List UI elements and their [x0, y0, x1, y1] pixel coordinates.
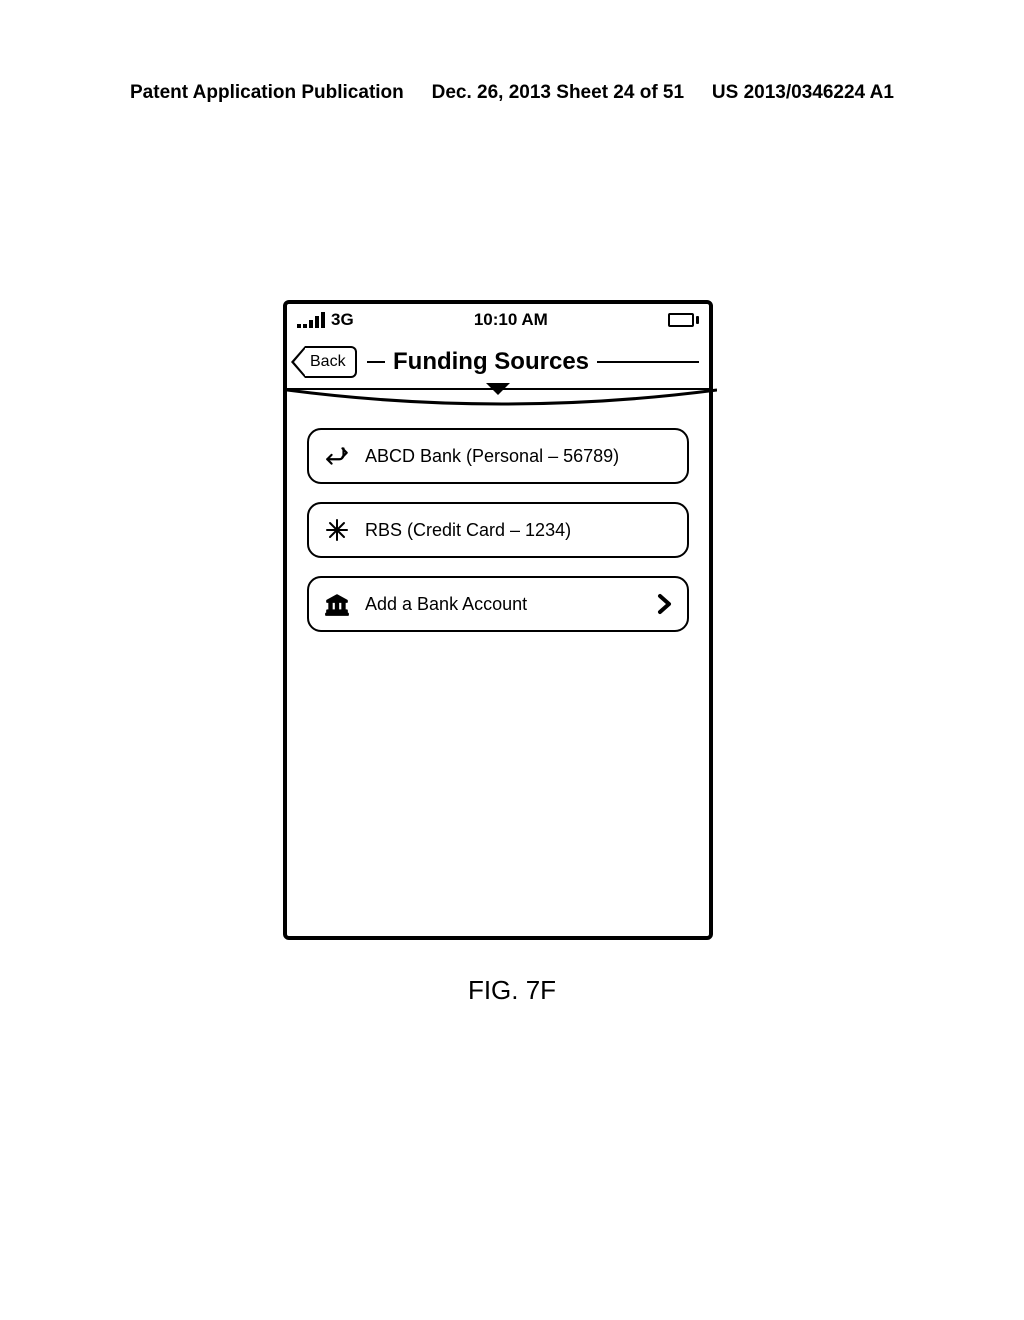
nav-bar: Back Funding Sources [287, 336, 709, 390]
status-bar: 3G 10:10 AM [287, 304, 709, 336]
figure-label: FIG. 7F [0, 975, 1024, 1006]
bank-icon [323, 590, 351, 618]
doc-header-right: US 2013/0346224 A1 [712, 82, 894, 104]
content-area: ABCD Bank (Personal – 56789) RBS (Credit… [287, 390, 709, 632]
back-arrow-icon [291, 346, 305, 378]
doc-header-left: Patent Application Publication [130, 82, 404, 104]
phone-frame: 3G 10:10 AM Back Funding Sources [283, 300, 713, 940]
doc-header-center: Dec. 26, 2013 Sheet 24 of 51 [432, 82, 684, 104]
add-bank-label: Add a Bank Account [365, 594, 527, 615]
funding-source-row[interactable]: RBS (Credit Card – 1234) [307, 502, 689, 558]
dropdown-caret-icon[interactable] [486, 383, 510, 395]
network-label: 3G [331, 310, 354, 330]
back-button[interactable]: Back [291, 346, 357, 378]
funding-source-label: RBS (Credit Card – 1234) [365, 520, 571, 541]
add-bank-account-row[interactable]: Add a Bank Account [307, 576, 689, 632]
snowflake-icon [323, 516, 351, 544]
battery-icon [668, 313, 699, 327]
nav-title-wrap: Funding Sources [367, 348, 699, 376]
doc-header: Patent Application Publication Dec. 26, … [0, 82, 1024, 104]
page-title: Funding Sources [385, 348, 597, 376]
funding-source-label: ABCD Bank (Personal – 56789) [365, 446, 619, 467]
back-button-label: Back [305, 346, 357, 378]
signal-icon [297, 312, 325, 328]
status-left: 3G [297, 310, 354, 330]
clock-label: 10:10 AM [474, 310, 548, 330]
chevron-right-icon [657, 592, 673, 616]
recycle-icon [323, 442, 351, 470]
patent-page: Patent Application Publication Dec. 26, … [0, 0, 1024, 1320]
funding-source-row[interactable]: ABCD Bank (Personal – 56789) [307, 428, 689, 484]
